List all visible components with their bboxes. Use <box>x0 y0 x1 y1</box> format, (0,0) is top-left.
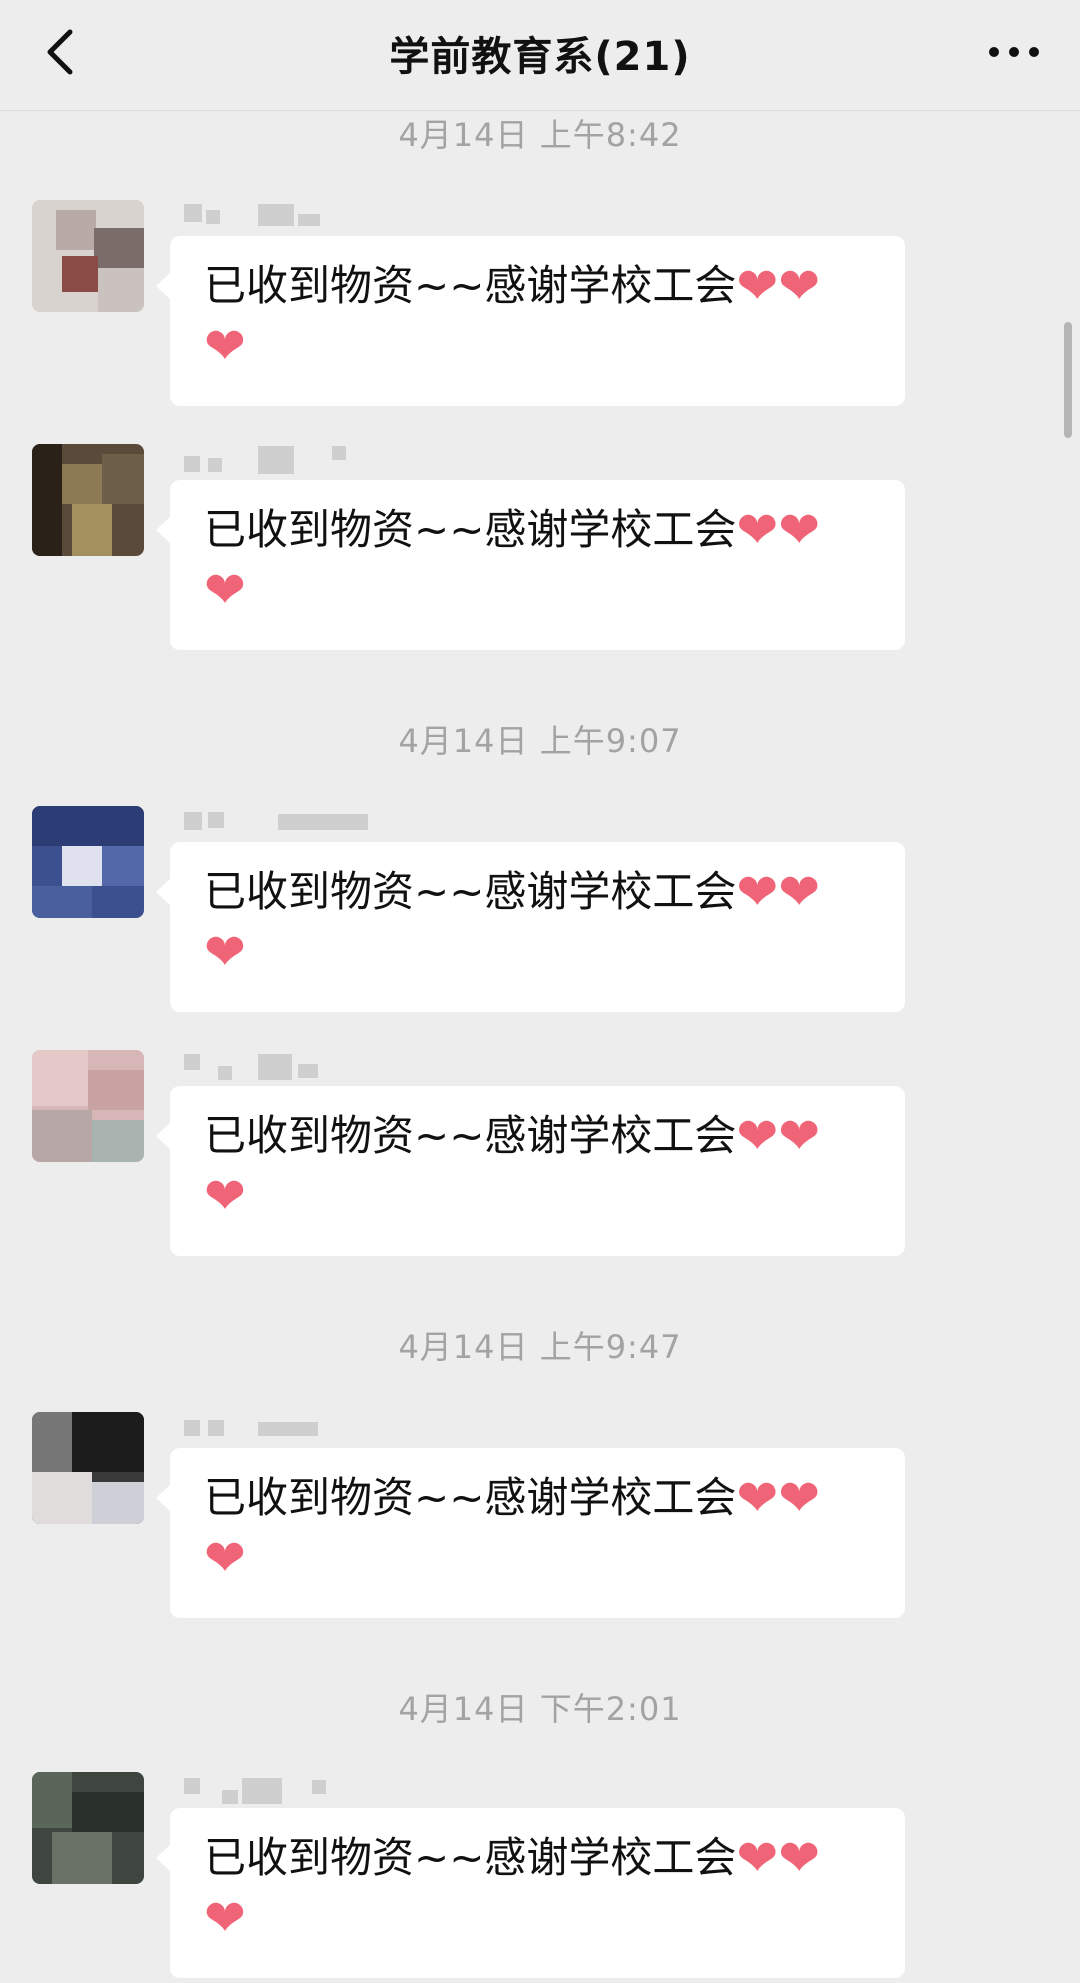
message-bubble[interactable]: 已收到物资~~感谢学校工会❤❤ ❤ <box>156 1448 905 1618</box>
message-text: 已收到物资~~感谢学校工会 <box>204 1833 737 1882</box>
avatar[interactable] <box>32 444 144 556</box>
heart-emoji-icon: ❤ <box>204 561 246 619</box>
heart-emoji-icon: ❤ <box>778 257 821 315</box>
sender-name-blurred <box>182 1050 402 1090</box>
more-dots-icon[interactable] <box>982 26 1046 78</box>
timestamp: 4月14日 上午9:47 <box>398 1328 682 1366</box>
scrollbar[interactable] <box>1064 322 1072 438</box>
avatar[interactable] <box>32 1412 144 1524</box>
heart-emoji-icon: ❤ <box>778 1469 821 1527</box>
heart-emoji-icon: ❤ <box>736 1469 779 1527</box>
message-bubble[interactable]: 已收到物资~~感谢学校工会❤❤ ❤ <box>156 236 905 406</box>
message-bubble[interactable]: 已收到物资~~感谢学校工会❤❤ ❤ <box>156 480 905 650</box>
heart-emoji-icon: ❤ <box>736 257 779 315</box>
heart-emoji-icon: ❤ <box>204 317 246 375</box>
avatar[interactable] <box>32 806 144 918</box>
message-bubble[interactable]: 已收到物资~~感谢学校工会❤❤ ❤ <box>156 842 905 1012</box>
message-text: 已收到物资~~感谢学校工会 <box>204 867 737 916</box>
sender-name-blurred <box>182 806 402 846</box>
avatar[interactable] <box>32 1772 144 1884</box>
chat-title: 学前教育系(21) <box>389 34 691 80</box>
heart-emoji-icon: ❤ <box>204 1529 246 1587</box>
message-text: 已收到物资~~感谢学校工会 <box>204 261 737 310</box>
timestamp: 4月14日 上午9:07 <box>398 722 682 760</box>
message-text: 已收到物资~~感谢学校工会 <box>204 1473 737 1522</box>
heart-emoji-icon: ❤ <box>204 1889 246 1947</box>
heart-emoji-icon: ❤ <box>778 1107 821 1165</box>
heart-emoji-icon: ❤ <box>736 1829 779 1887</box>
message-text: 已收到物资~~感谢学校工会 <box>204 1111 737 1160</box>
avatar[interactable] <box>32 1050 144 1162</box>
message-text: 已收到物资~~感谢学校工会 <box>204 505 737 554</box>
sender-name-blurred <box>182 1772 402 1812</box>
heart-emoji-icon: ❤ <box>778 863 821 921</box>
timestamp: 4月14日 上午8:42 <box>398 116 682 154</box>
message-bubble[interactable]: 已收到物资~~感谢学校工会❤❤ ❤ <box>156 1808 905 1978</box>
avatar[interactable] <box>32 200 144 312</box>
sender-name-blurred <box>182 1412 402 1452</box>
message-bubble[interactable]: 已收到物资~~感谢学校工会❤❤ ❤ <box>156 1086 905 1256</box>
sender-name-blurred <box>182 200 402 240</box>
sender-name-blurred <box>182 444 402 484</box>
heart-emoji-icon: ❤ <box>204 1167 246 1225</box>
heart-emoji-icon: ❤ <box>736 863 779 921</box>
heart-emoji-icon: ❤ <box>778 501 821 559</box>
heart-emoji-icon: ❤ <box>204 923 246 981</box>
timestamp: 4月14日 下午2:01 <box>398 1690 682 1728</box>
nav-bar: 学前教育系(21) <box>0 0 1080 111</box>
heart-emoji-icon: ❤ <box>736 501 779 559</box>
heart-emoji-icon: ❤ <box>736 1107 779 1165</box>
heart-emoji-icon: ❤ <box>778 1829 821 1887</box>
